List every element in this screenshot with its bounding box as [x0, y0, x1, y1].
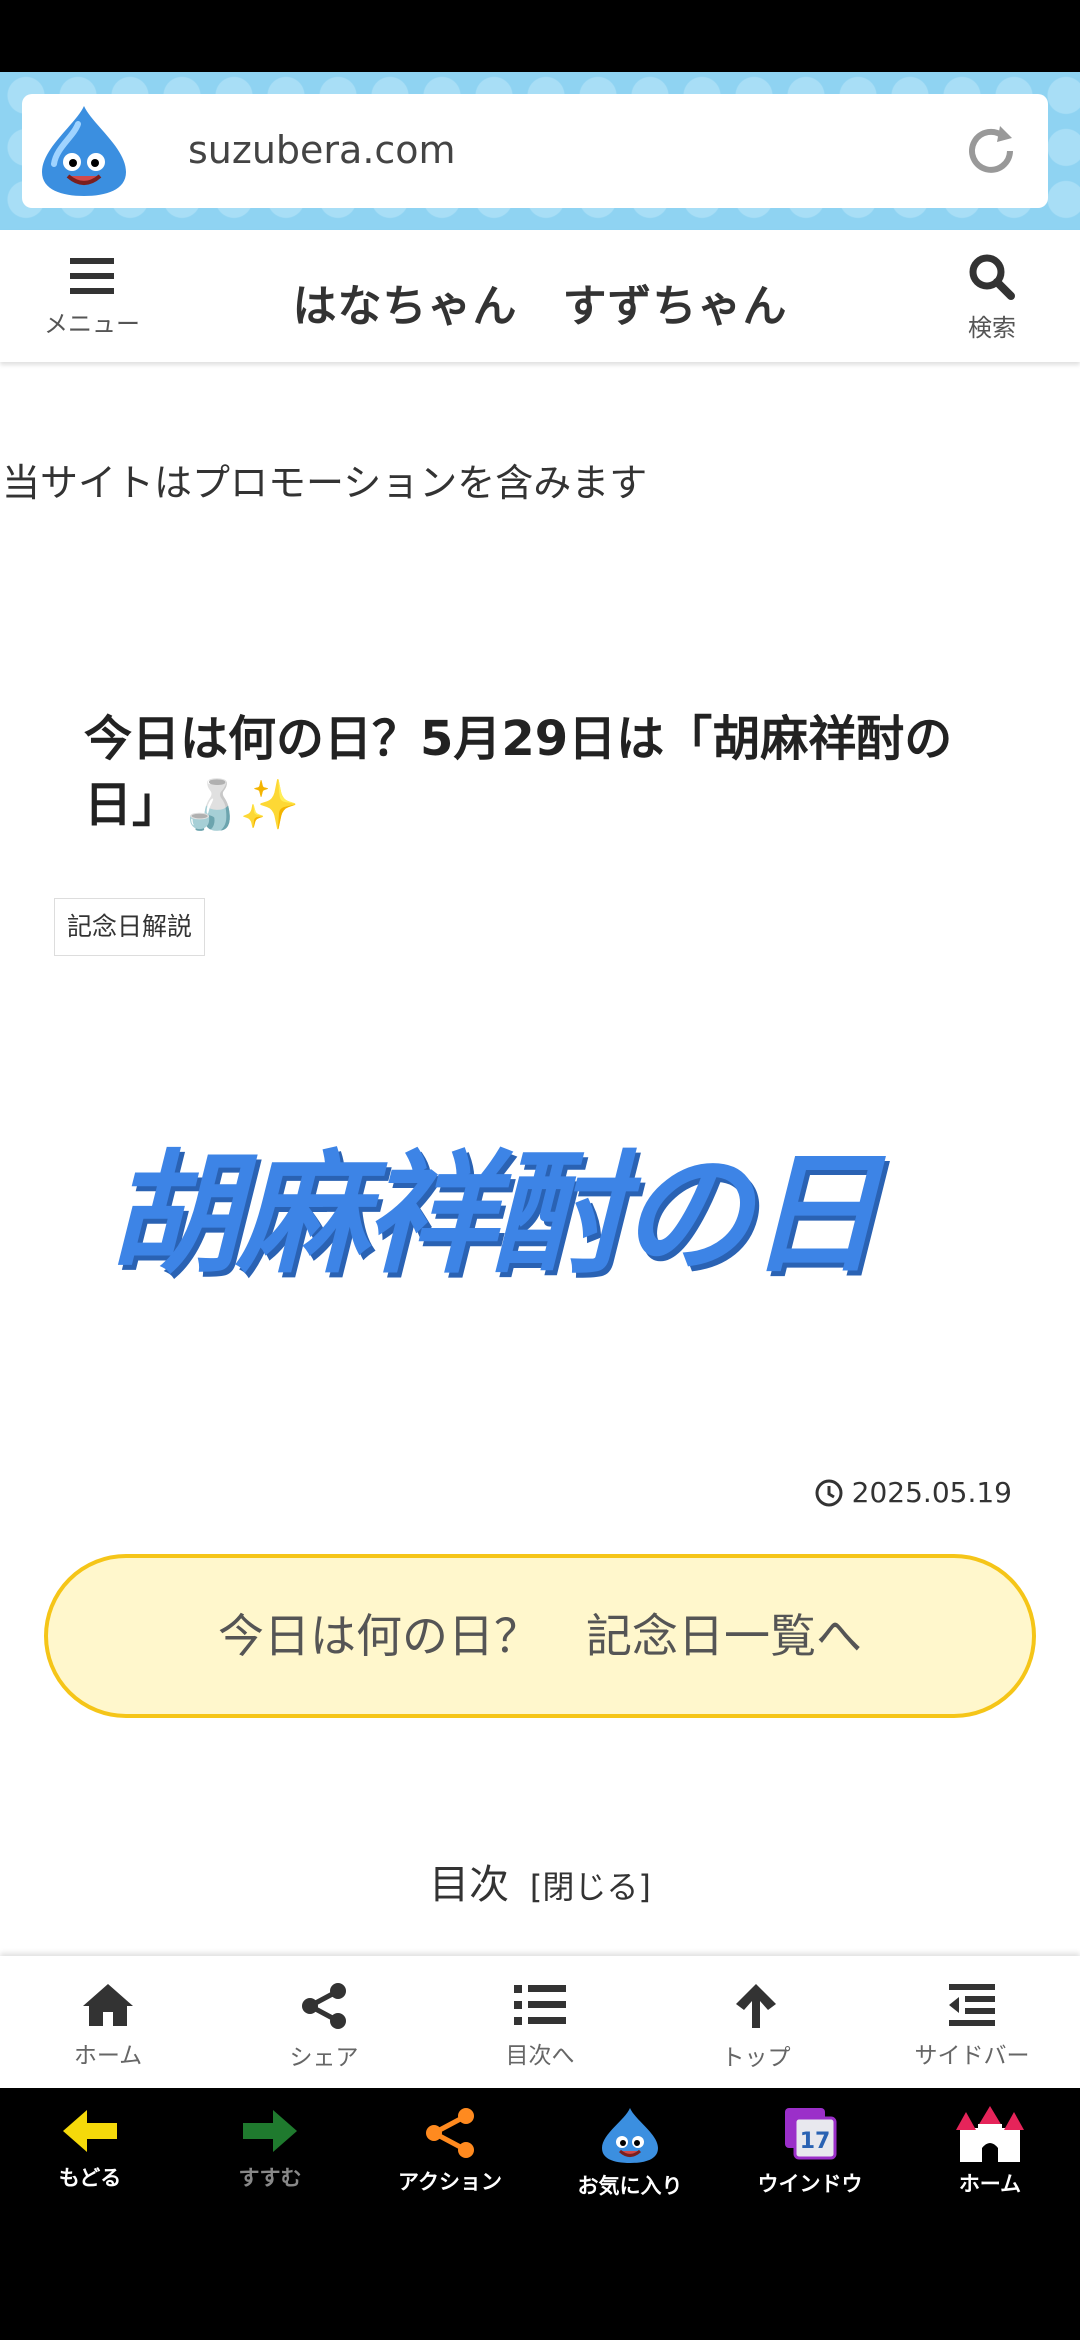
home-icon — [83, 1984, 133, 2026]
reload-icon[interactable] — [960, 120, 1022, 182]
browser-url-area: suzubera.com — [0, 72, 1080, 230]
share-icon — [302, 1983, 346, 2029]
browser-forward[interactable]: すすむ — [180, 2088, 360, 2340]
site-title[interactable]: はなちゃん すずちゃん — [0, 270, 1080, 334]
browser-home[interactable]: ホーム — [900, 2088, 1080, 2340]
anniversary-list-button[interactable]: 今日は何の日？ 記念日一覧へ — [44, 1554, 1036, 1718]
bottom-nav-home-label: ホーム — [73, 2043, 143, 2069]
bottom-nav-top[interactable]: トップ — [648, 1956, 864, 2088]
bottom-nav-toc-label: 目次へ — [505, 2043, 575, 2069]
browser-back-label: もどる — [58, 2166, 122, 2190]
browser-favorites[interactable]: お気に入り — [540, 2088, 720, 2340]
post-date-text: 2025.05.19 — [851, 1476, 1012, 1509]
bottom-nav-top-label: トップ — [721, 2045, 791, 2071]
status-bar — [0, 0, 1080, 72]
post-date: 2025.05.19 — [814, 1476, 1012, 1509]
search-label: 検索 — [968, 314, 1016, 342]
bottom-nav-toc[interactable]: 目次へ — [432, 1956, 648, 2088]
arrow-up-icon — [736, 1984, 776, 2028]
sidebar-icon — [949, 1984, 995, 2026]
url-text[interactable]: suzubera.com — [188, 128, 456, 172]
slime-icon — [602, 2108, 658, 2163]
bottom-nav-sidebar-label: サイドバー — [914, 2043, 1030, 2069]
search-icon — [969, 254, 1015, 300]
action-share-icon — [426, 2108, 474, 2158]
toc-toggle[interactable]: [閉じる] — [530, 1868, 651, 1906]
browser-action-label: アクション — [398, 2170, 502, 2194]
back-arrow-icon — [63, 2110, 117, 2152]
bottom-nav-sidebar[interactable]: サイドバー — [864, 1956, 1080, 2088]
site-header: メニュー はなちゃん すずちゃん 検索 — [0, 230, 1080, 362]
browser-windows-label: ウインドウ — [757, 2172, 863, 2196]
browser-favorites-label: お気に入り — [577, 2174, 683, 2198]
bottom-nav-share[interactable]: シェア — [216, 1956, 432, 2088]
clock-icon — [815, 1479, 843, 1506]
browser-action[interactable]: アクション — [360, 2088, 540, 2340]
browser-toolbar: もどる すすむ アクション お気に入り 17 ウインドウ ホーム — [0, 2088, 1080, 2340]
list-icon — [514, 1985, 566, 2025]
browser-windows[interactable]: 17 ウインドウ — [720, 2088, 900, 2340]
table-of-contents: 目次 [閉じる] — [0, 1852, 1080, 1910]
browser-back[interactable]: もどる — [0, 2088, 180, 2340]
eyecatch-text: 胡麻祥酎の日 — [108, 1138, 880, 1292]
browser-forward-label: すすむ — [238, 2166, 302, 2190]
forward-arrow-icon — [243, 2110, 297, 2152]
promotion-notice: 当サイトはプロモーションを含みます — [2, 461, 648, 505]
bottom-nav-share-label: シェア — [289, 2045, 359, 2071]
browser-home-label: ホーム — [958, 2172, 1022, 2196]
toc-title: 目次 — [429, 1862, 510, 1908]
window-count-badge: 17 — [800, 2129, 831, 2154]
castle-icon — [956, 2106, 1024, 2162]
site-bottom-nav: ホーム シェア 目次へ トップ サイドバー — [0, 1956, 1080, 2088]
eyecatch-image: 胡麻祥酎の日 — [108, 1108, 988, 1292]
window-icon: 17 — [785, 2108, 837, 2160]
post-title: 今日は何の日？5月29日は「胡麻祥酎の日」🍶✨ — [84, 711, 953, 833]
slime-logo-icon — [42, 106, 126, 196]
bottom-nav-home[interactable]: ホーム — [0, 1956, 216, 2088]
category-tag[interactable]: 記念日解説 — [54, 898, 206, 956]
search-button[interactable]: 検索 — [942, 252, 1042, 343]
url-bar[interactable]: suzubera.com — [22, 94, 1048, 208]
